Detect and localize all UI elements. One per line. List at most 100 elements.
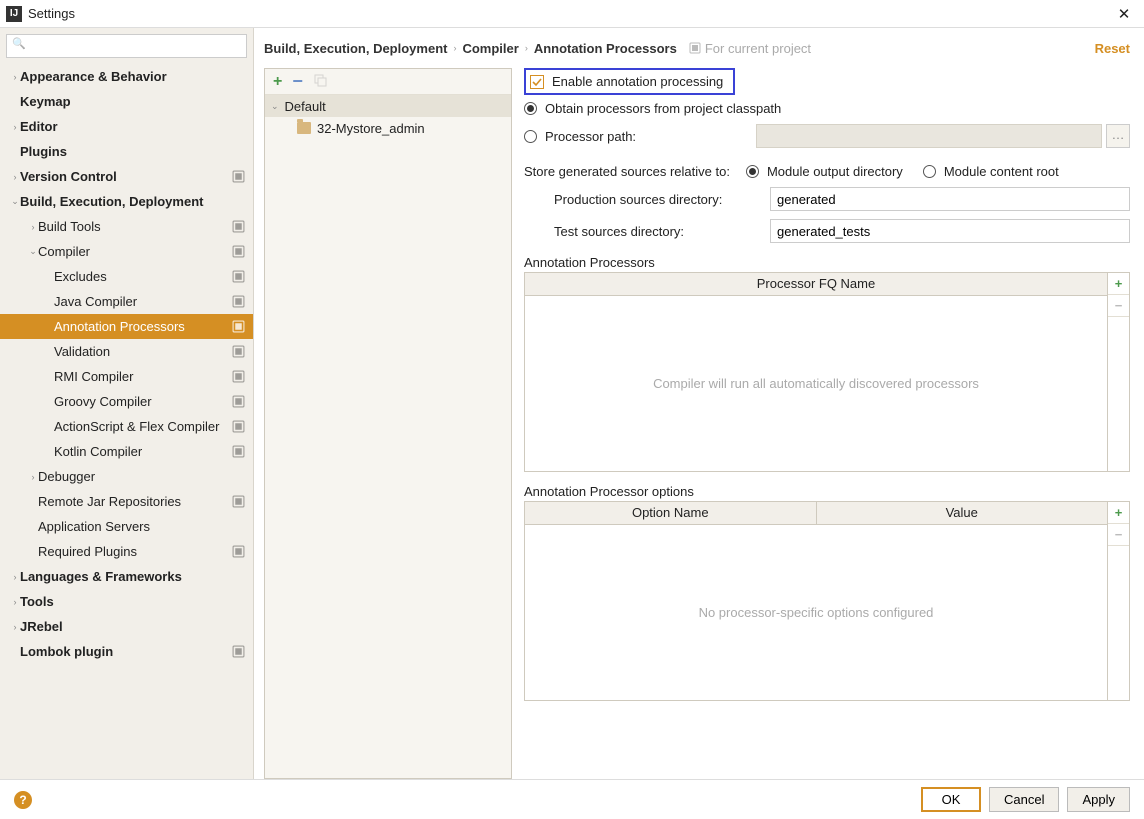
enable-annotation-checkbox[interactable] (530, 75, 544, 89)
profile-default-label: Default (285, 99, 326, 114)
chevron-right-icon: › (10, 72, 20, 82)
tree-item-label: RMI Compiler (54, 369, 232, 384)
module-output-label: Module output directory (767, 164, 903, 179)
tree-item-label: Appearance & Behavior (20, 69, 245, 84)
enable-annotation-highlight: Enable annotation processing (524, 68, 735, 95)
tree-item-build-tools[interactable]: ›Build Tools (0, 214, 253, 239)
chevron-down-icon: ⌄ (28, 246, 38, 257)
remove-processor-icon: − (1108, 295, 1129, 317)
search-input[interactable] (6, 34, 247, 58)
settings-tree: ›Appearance & BehaviorKeymap›EditorPlugi… (0, 64, 253, 779)
processors-table: Processor FQ Name Compiler will run all … (524, 272, 1108, 472)
tree-item-languages-frameworks[interactable]: ›Languages & Frameworks (0, 564, 253, 589)
project-badge-icon (232, 645, 245, 658)
for-current-project: For current project (689, 41, 811, 56)
tree-item-validation[interactable]: Validation (0, 339, 253, 364)
add-profile-icon[interactable]: + (273, 73, 282, 91)
options-header-name: Option Name (525, 502, 817, 524)
tree-item-label: Annotation Processors (54, 319, 232, 334)
remove-profile-icon[interactable]: − (292, 71, 303, 92)
profile-project[interactable]: 32-Mystore_admin (265, 117, 511, 139)
crumb-0[interactable]: Build, Execution, Deployment (264, 41, 447, 56)
profiles-panel: + − ⌄ Default 32-Mystore_admin (264, 68, 512, 779)
prod-dir-input[interactable] (770, 187, 1130, 211)
tree-item-build-execution-deployment[interactable]: ⌄Build, Execution, Deployment (0, 189, 253, 214)
project-badge-icon (232, 395, 245, 408)
tree-item-label: Keymap (20, 94, 245, 109)
tree-item-excludes[interactable]: Excludes (0, 264, 253, 289)
tree-item-kotlin-compiler[interactable]: Kotlin Compiler (0, 439, 253, 464)
chevron-right-icon: › (453, 43, 456, 53)
app-icon: IJ (6, 6, 22, 22)
project-badge-icon (232, 345, 245, 358)
tree-item-annotation-processors[interactable]: Annotation Processors (0, 314, 253, 339)
tree-item-lombok-plugin[interactable]: Lombok plugin (0, 639, 253, 664)
tree-item-tools[interactable]: ›Tools (0, 589, 253, 614)
project-badge-icon (232, 420, 245, 433)
tree-item-debugger[interactable]: ›Debugger (0, 464, 253, 489)
module-content-radio[interactable] (923, 165, 936, 178)
tree-item-label: Excludes (54, 269, 232, 284)
tree-item-actionscript-flex-compiler[interactable]: ActionScript & Flex Compiler (0, 414, 253, 439)
tree-item-label: Languages & Frameworks (20, 569, 245, 584)
tree-item-jrebel[interactable]: ›JRebel (0, 614, 253, 639)
annotation-processors-form: Enable annotation processing Obtain proc… (524, 68, 1144, 779)
project-badge-icon (232, 320, 245, 333)
project-badge-icon (232, 295, 245, 308)
project-badge-icon (232, 370, 245, 383)
tree-item-label: Required Plugins (38, 544, 232, 559)
tree-item-label: JRebel (20, 619, 245, 634)
tree-item-remote-jar-repositories[interactable]: Remote Jar Repositories (0, 489, 253, 514)
chevron-right-icon: › (10, 572, 20, 582)
search-icon: 🔍 (12, 37, 26, 50)
tree-item-rmi-compiler[interactable]: RMI Compiler (0, 364, 253, 389)
processors-empty-text: Compiler will run all automatically disc… (525, 296, 1107, 471)
tree-item-label: ActionScript & Flex Compiler (54, 419, 232, 434)
tree-item-keymap[interactable]: Keymap (0, 89, 253, 114)
folder-icon (297, 122, 311, 134)
processor-path-label: Processor path: (545, 129, 636, 144)
options-table: Option Name Value No processor-specific … (524, 501, 1108, 701)
crumb-1[interactable]: Compiler (462, 41, 518, 56)
ok-button[interactable]: OK (921, 787, 981, 812)
breadcrumb: Build, Execution, Deployment › Compiler … (264, 28, 1144, 68)
processor-path-input (756, 124, 1102, 148)
reset-link[interactable]: Reset (1095, 41, 1130, 56)
tree-item-label: Java Compiler (54, 294, 232, 309)
tree-item-appearance-behavior[interactable]: ›Appearance & Behavior (0, 64, 253, 89)
tree-item-application-servers[interactable]: Application Servers (0, 514, 253, 539)
store-relative-label: Store generated sources relative to: (524, 164, 730, 179)
add-option-icon[interactable]: + (1108, 502, 1129, 524)
cancel-button[interactable]: Cancel (989, 787, 1059, 812)
tree-item-label: Build Tools (38, 219, 232, 234)
tree-item-label: Plugins (20, 144, 245, 159)
tree-item-java-compiler[interactable]: Java Compiler (0, 289, 253, 314)
tree-item-groovy-compiler[interactable]: Groovy Compiler (0, 389, 253, 414)
apply-button[interactable]: Apply (1067, 787, 1130, 812)
processor-path-radio[interactable] (524, 130, 537, 143)
profile-default[interactable]: ⌄ Default (265, 95, 511, 117)
help-icon[interactable]: ? (14, 791, 32, 809)
tree-item-label: Editor (20, 119, 245, 134)
tree-item-required-plugins[interactable]: Required Plugins (0, 539, 253, 564)
obtain-from-classpath-label: Obtain processors from project classpath (545, 101, 781, 116)
tree-item-label: Validation (54, 344, 232, 359)
obtain-from-classpath-radio[interactable] (524, 102, 537, 115)
project-badge-icon (232, 170, 245, 183)
enable-annotation-label: Enable annotation processing (552, 74, 723, 89)
tree-item-plugins[interactable]: Plugins (0, 139, 253, 164)
close-icon[interactable]: ✕ (1110, 5, 1138, 23)
add-processor-icon[interactable]: + (1108, 273, 1129, 295)
tree-item-label: Tools (20, 594, 245, 609)
options-empty-text: No processor-specific options configured (525, 525, 1107, 700)
tree-item-label: Kotlin Compiler (54, 444, 232, 459)
project-badge-icon (232, 220, 245, 233)
module-output-radio[interactable] (746, 165, 759, 178)
tree-item-compiler[interactable]: ⌄Compiler (0, 239, 253, 264)
tree-item-version-control[interactable]: ›Version Control (0, 164, 253, 189)
test-dir-input[interactable] (770, 219, 1130, 243)
titlebar: IJ Settings ✕ (0, 0, 1144, 28)
profile-project-label: 32-Mystore_admin (317, 121, 425, 136)
tree-item-editor[interactable]: ›Editor (0, 114, 253, 139)
annotation-processors-title: Annotation Processors (524, 255, 1130, 270)
